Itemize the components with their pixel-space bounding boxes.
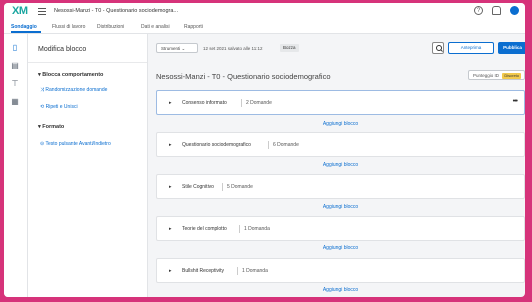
survey-editor: Strumenti ⌄ 12 set 2021 salvato alle 11:… [148,34,525,297]
score-badge: Discreto [502,72,521,79]
tool-rail: ▯ ▤ ⊤ ▦ [4,34,28,297]
saved-status: 12 set 2021 salvato alle 11:12 [203,46,263,51]
chevron-right-icon[interactable]: ▸ [169,100,172,106]
panel-title: Modifica blocco [38,46,87,53]
status-badge: Bozza [280,44,299,52]
publish-button[interactable]: Pubblica [498,42,525,54]
avatar-icon[interactable] [510,6,519,15]
survey-title-dropdown[interactable]: Nesossi-Manzi - T0 - Questionario sociod… [54,8,178,14]
add-block-button[interactable]: Aggiungi blocco [156,162,525,168]
search-button[interactable] [432,42,444,54]
chevron-right-icon[interactable]: ▸ [169,142,172,148]
add-block-button[interactable]: Aggiungi blocco [156,204,525,210]
tools-dropdown[interactable]: Strumenti ⌄ [156,43,198,53]
edit-block-panel: Modifica blocco ▾ Blocca comportamento ⤨… [28,34,148,297]
loop-icon: ⟲ [40,104,45,110]
survey-icon[interactable]: ▯ [11,44,19,52]
survey-heading: Nesossi-Manzi - T0 - Questionario sociod… [156,72,331,81]
chevron-right-icon[interactable]: ▸ [169,184,172,190]
add-block-button[interactable]: Aggiungi blocco [156,245,525,251]
chevron-right-icon[interactable]: ▸ [169,226,172,232]
xm-logo[interactable]: XM [12,5,28,17]
tab-dati-e-analisi[interactable]: Dati e analisi [141,24,170,30]
chevron-right-icon[interactable]: ▸ [169,268,172,274]
tab-rapporti[interactable]: Rapporti [184,24,203,30]
question-block[interactable]: ▸ Teorie del complotto 1 Domanda [156,216,525,241]
options-icon[interactable]: ▦ [11,98,19,106]
button-text-icon: ⊝ [40,141,45,147]
next-back-button-text-option[interactable]: ⊝ Testo pulsante Avanti/Indietro [40,141,111,147]
add-block-button[interactable]: Aggiungi blocco [156,121,525,127]
shuffle-icon: ⤨ [40,87,45,93]
question-block[interactable]: ▸ Stile Cognitivo 5 Domande [156,174,525,199]
survey-flow-icon[interactable]: ⊤ [11,80,19,88]
menu-icon[interactable] [38,8,46,17]
help-icon[interactable]: ? [474,6,483,15]
add-block-button[interactable]: Aggiungi blocco [156,287,525,293]
look-and-feel-icon[interactable]: ▤ [11,62,19,70]
top-bar: XM Nesossi-Manzi - T0 - Questionario soc… [4,3,525,21]
survey-score-box[interactable]: Punteggio ID Discreto [468,70,525,80]
active-tab-indicator [11,31,41,33]
question-block[interactable]: ▸ Consenso informato 2 Domande ••• [156,90,525,115]
more-options-icon[interactable]: ••• [513,98,518,105]
app-window: XM Nesossi-Manzi - T0 - Questionario soc… [4,3,525,297]
question-block[interactable]: ▸ Questionario sociodemografico 6 Domand… [156,132,525,157]
tab-sondaggio[interactable]: Sondaggio [11,24,37,30]
tab-flussi-di-lavoro[interactable]: Flussi di lavoro [52,24,85,30]
tab-distribuzioni[interactable]: Distribuzioni [97,24,124,30]
nav-tabs: Sondaggio Flussi di lavoro Distribuzioni… [4,21,525,34]
loop-and-merge-option[interactable]: ⟲ Ripeti e Unisci [40,104,78,110]
preview-button[interactable]: Anteprima [448,42,494,54]
bell-icon[interactable] [492,6,501,15]
divider [28,62,147,63]
section-block-behavior[interactable]: ▾ Blocca comportamento [38,72,103,78]
randomize-questions-option[interactable]: ⤨ Randomizzazione domande [40,87,107,93]
section-format[interactable]: ▾ Formato [38,124,64,130]
question-block[interactable]: ▸ Bullshit Receptivity 1 Domanda [156,258,525,283]
